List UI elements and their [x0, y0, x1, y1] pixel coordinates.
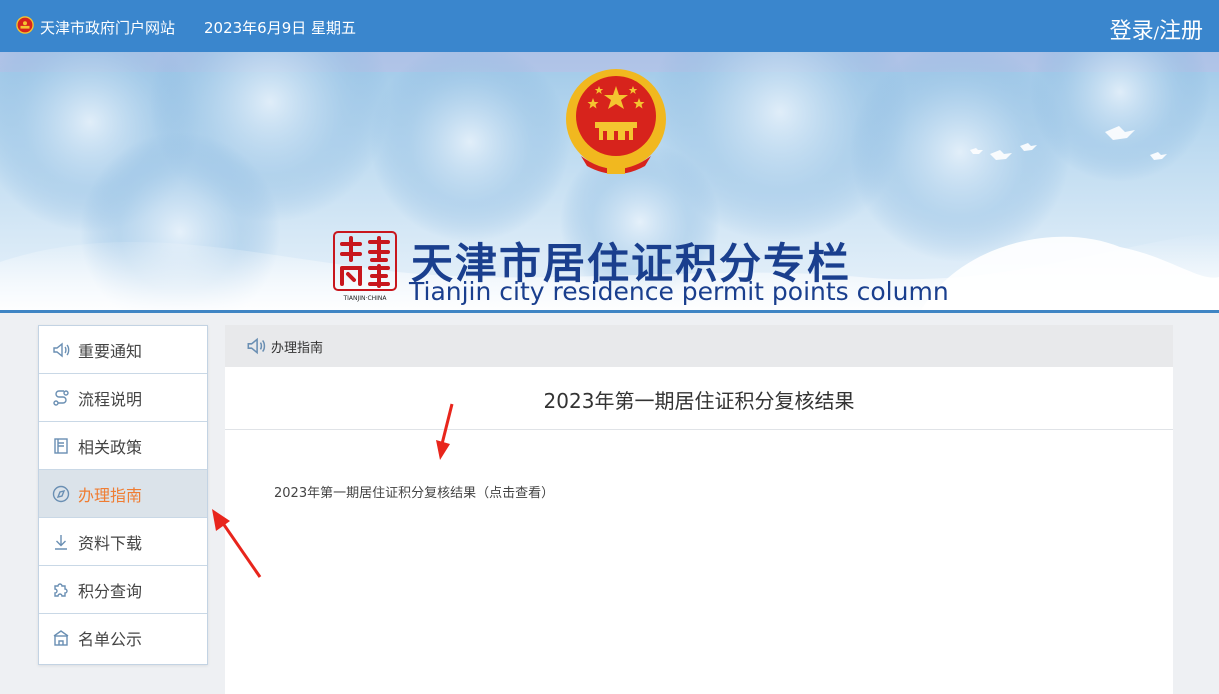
sidebar-item-label: 流程说明 — [78, 389, 143, 409]
building-icon — [50, 627, 72, 649]
login-label[interactable]: 登录 — [1110, 19, 1154, 44]
title-divider — [225, 429, 1173, 430]
sidebar-item-downloads[interactable]: 资料下载 — [39, 518, 207, 566]
sidebar-nav: 重要通知 流程说明 相关政策 办理指南 资料下载 积分查询 名单公示 — [38, 325, 208, 665]
sidebar-item-label: 办理指南 — [78, 485, 143, 505]
puzzle-icon — [50, 579, 72, 601]
top-bar: 天津市政府门户网站 2023年6月9日 星期五 登录/注册 — [0, 0, 1219, 52]
sidebar-item-label: 积分查询 — [78, 581, 143, 601]
content-panel: 办理指南 2023年第一期居住证积分复核结果 2023年第一期居住证积分复核结果… — [225, 325, 1173, 694]
sidebar-item-process[interactable]: 流程说明 — [39, 374, 207, 422]
sidebar-item-notices[interactable]: 重要通知 — [39, 326, 207, 374]
compass-icon — [50, 483, 72, 505]
banner-divider — [0, 310, 1219, 313]
annotation-arrow-down — [436, 403, 454, 460]
sidebar-item-policies[interactable]: 相关政策 — [39, 422, 207, 470]
sidebar-item-public-list[interactable]: 名单公示 — [39, 614, 207, 662]
breadcrumb: 办理指南 — [271, 340, 324, 356]
speaker-icon — [50, 339, 72, 361]
sidebar-item-label: 名单公示 — [78, 630, 143, 649]
banner-subtitle: Tianjin city residence permit points col… — [409, 277, 949, 306]
seal-caption: TIANJIN·CHINA — [342, 295, 387, 302]
content-header: 办理指南 — [225, 325, 1173, 367]
gov-portal-link[interactable]: 天津市政府门户网站 — [40, 17, 175, 38]
speaker-icon — [247, 337, 266, 355]
page-title: 2023年第一期居住证积分复核结果 — [543, 389, 855, 413]
national-emblem-icon — [16, 16, 34, 34]
sidebar-item-label: 资料下载 — [78, 533, 143, 553]
sidebar-item-guide[interactable]: 办理指南 — [39, 470, 207, 518]
national-emblem — [566, 69, 666, 174]
sidebar-item-points-query[interactable]: 积分查询 — [39, 566, 207, 614]
sidebar-item-label: 相关政策 — [78, 437, 143, 457]
sidebar-item-label: 重要通知 — [78, 341, 143, 361]
result-link[interactable]: 2023年第一期居住证积分复核结果（点击查看） — [274, 482, 554, 501]
login-register-link[interactable]: 登录/注册 — [1110, 13, 1203, 45]
download-icon — [50, 531, 72, 553]
tianjin-seal-logo: TIANJIN·CHINA — [333, 231, 397, 302]
register-label[interactable]: 注册 — [1159, 19, 1203, 44]
header-banner: TIANJIN·CHINA 天津市居住证积分专栏 Tianjin city re… — [0, 52, 1219, 312]
annotation-arrow-left — [212, 509, 262, 578]
current-date: 2023年6月9日 星期五 — [204, 19, 357, 37]
flow-icon — [50, 387, 72, 409]
book-icon — [50, 435, 72, 457]
